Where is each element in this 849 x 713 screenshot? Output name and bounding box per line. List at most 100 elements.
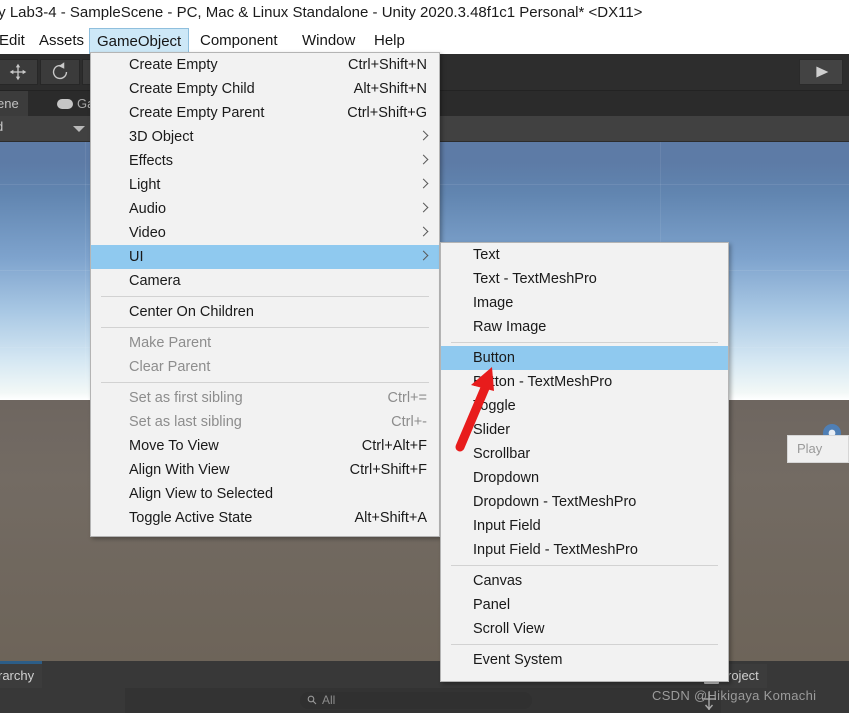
menu-item-label: Input Field xyxy=(473,518,541,534)
chevron-right-icon xyxy=(418,178,429,189)
bottom-tab-label: roject xyxy=(727,668,759,683)
menu-item-shortcut: Ctrl+Alt+F xyxy=(361,438,427,454)
ui-submenu[interactable]: Text Text - TextMeshPro Image Raw Image Butt… xyxy=(440,242,729,682)
menu-item-label: Audio xyxy=(129,201,167,217)
chevron-right-icon xyxy=(418,154,429,165)
ui-submenu-item-canvas[interactable]: Canvas xyxy=(441,569,728,593)
menu-item-shortcut: Alt+Shift+A xyxy=(354,510,427,526)
menu-item-label: Align View to Selected xyxy=(129,486,274,502)
gameobject-menu-item-toggle-active-state[interactable]: Toggle Active State Alt+Shift+A xyxy=(91,506,439,530)
ui-submenu-item-event-system[interactable]: Event System xyxy=(441,648,728,672)
menubar-item-component[interactable]: Component xyxy=(193,28,285,54)
menu-item-label: Light xyxy=(129,177,161,193)
ui-submenu-item-raw-image[interactable]: Raw Image xyxy=(441,315,728,339)
ui-submenu-item-text[interactable]: Text xyxy=(441,243,728,267)
menu-item-shortcut: Alt+Shift+N xyxy=(353,81,427,97)
ui-submenu-item-dropdown[interactable]: Dropdown xyxy=(441,466,728,490)
menu-item-label: Dropdown xyxy=(473,470,540,486)
menubar-item-edit[interactable]: Edit xyxy=(0,28,32,54)
menu-item-label: Raw Image xyxy=(473,319,547,335)
gameobject-menu-item-align-with-view[interactable]: Align With View Ctrl+Shift+F xyxy=(91,458,439,482)
gameobject-menu-item-move-to-view[interactable]: Move To View Ctrl+Alt+F xyxy=(91,434,439,458)
menu-item-label: Text xyxy=(473,247,500,263)
menu-item-label: Button - TextMeshPro xyxy=(473,374,613,390)
gameobject-menu-item-light[interactable]: Light xyxy=(91,173,439,197)
bottom-tab-rarchy[interactable]: rarchy xyxy=(0,661,43,688)
ui-submenu-item-input-field-textmeshpro[interactable]: Input Field - TextMeshPro xyxy=(441,538,728,562)
chevron-down-icon[interactable] xyxy=(73,126,85,132)
chevron-right-icon xyxy=(418,202,429,213)
menu-item-label: Camera xyxy=(129,273,181,289)
ui-submenu-item-text-textmeshpro[interactable]: Text - TextMeshPro xyxy=(441,267,728,291)
menu-separator xyxy=(101,296,429,297)
rotate-tool-button[interactable] xyxy=(40,59,80,85)
search-input[interactable]: All xyxy=(300,692,532,709)
game-controller-icon xyxy=(57,98,73,109)
menu-item-label: Dropdown - TextMeshPro xyxy=(473,494,637,510)
menu-item-shortcut: Ctrl+= xyxy=(387,390,428,406)
gameobject-menu-item-audio[interactable]: Audio xyxy=(91,197,439,221)
menu-item-label: Create Empty Parent xyxy=(129,105,265,121)
menu-item-shortcut: Ctrl+Shift+G xyxy=(347,105,427,121)
search-icon xyxy=(307,695,317,705)
csdn-watermark: CSDN @Hikigaya Komachi xyxy=(652,688,817,703)
gameobject-menu-item-create-empty-parent[interactable]: Create Empty Parent Ctrl+Shift+G xyxy=(91,101,439,125)
window-title: ty Lab3-4 - SampleScene - PC, Mac & Linu… xyxy=(0,4,643,21)
ui-submenu-item-image[interactable]: Image xyxy=(441,291,728,315)
menu-item-label: Make Parent xyxy=(129,335,212,351)
menu-item-label: Clear Parent xyxy=(129,359,211,375)
menu-item-label: UI xyxy=(129,249,144,265)
gameobject-menu-item-video[interactable]: Video xyxy=(91,221,439,245)
ui-submenu-item-toggle[interactable]: Toggle xyxy=(441,394,728,418)
gameobject-menu-item-create-empty[interactable]: Create Empty Ctrl+Shift+N xyxy=(91,53,439,77)
play-button[interactable] xyxy=(799,59,843,85)
menubar-item-help[interactable]: Help xyxy=(367,28,412,54)
ui-submenu-item-button-textmeshpro[interactable]: Button - TextMeshPro xyxy=(441,370,728,394)
menu-item-shortcut: Ctrl+Shift+F xyxy=(349,462,427,478)
menubar-item-gameobject[interactable]: GameObject xyxy=(89,28,190,55)
ui-submenu-item-scroll-view[interactable]: Scroll View xyxy=(441,617,728,641)
chevron-right-icon xyxy=(418,130,429,141)
rotate-tool-icon xyxy=(52,62,68,80)
ui-submenu-item-panel[interactable]: Panel xyxy=(441,593,728,617)
menu-item-shortcut: Ctrl+- xyxy=(391,414,427,430)
menu-item-label: Effects xyxy=(129,153,174,169)
ui-play-button-label: Play xyxy=(797,441,823,456)
ui-submenu-item-dropdown-textmeshpro[interactable]: Dropdown - TextMeshPro xyxy=(441,490,728,514)
gameobject-menu-item-center-on-children[interactable]: Center On Children xyxy=(91,300,439,324)
gameobject-menu-item-camera[interactable]: Camera xyxy=(91,269,439,293)
gameobject-menu-item-create-empty-child[interactable]: Create Empty Child Alt+Shift+N xyxy=(91,77,439,101)
menu-item-label: Set as first sibling xyxy=(129,390,243,406)
menu-item-label: Move To View xyxy=(129,438,219,454)
watermark-logo-icon xyxy=(702,692,716,711)
menu-item-label: Image xyxy=(473,295,514,311)
search-placeholder: All xyxy=(322,693,336,707)
gameobject-menu[interactable]: Create Empty Ctrl+Shift+N Create Empty Chi… xyxy=(90,52,440,537)
gameobject-menu-item-set-as-first-sibling: Set as first sibling Ctrl+= xyxy=(91,386,439,410)
menubar-item-window[interactable]: Window xyxy=(295,28,362,54)
menu-item-label: Toggle xyxy=(473,398,516,414)
ui-submenu-item-button[interactable]: Button xyxy=(441,346,728,370)
menu-item-label: Align With View xyxy=(129,462,230,478)
move-tool-button[interactable] xyxy=(0,59,38,85)
menu-item-label: Input Field - TextMeshPro xyxy=(473,542,638,558)
menu-item-shortcut: Ctrl+Shift+N xyxy=(348,57,427,73)
gameobject-menu-item-3d-object[interactable]: 3D Object xyxy=(91,125,439,149)
menu-bar: Edit Assets GameObject Component Window Help xyxy=(0,28,849,55)
view-tab-ene[interactable]: ene xyxy=(0,91,28,116)
menu-item-label: Scrollbar xyxy=(473,446,531,462)
gameobject-menu-item-ui[interactable]: UI xyxy=(91,245,439,269)
scene-shading-mode-label[interactable]: d xyxy=(0,119,3,134)
menubar-item-assets[interactable]: Assets xyxy=(32,28,91,54)
menu-separator xyxy=(451,644,718,645)
ui-submenu-item-input-field[interactable]: Input Field xyxy=(441,514,728,538)
ui-submenu-item-slider[interactable]: Slider xyxy=(441,418,728,442)
gameobject-menu-item-align-view-to-selected[interactable]: Align View to Selected xyxy=(91,482,439,506)
ui-submenu-item-scrollbar[interactable]: Scrollbar xyxy=(441,442,728,466)
ui-play-button-preview[interactable]: Play xyxy=(787,435,849,463)
menu-item-label: Center On Children xyxy=(129,304,254,320)
gameobject-menu-item-effects[interactable]: Effects xyxy=(91,149,439,173)
gameobject-menu-item-set-as-last-sibling: Set as last sibling Ctrl+- xyxy=(91,410,439,434)
bottom-tab-label: rarchy xyxy=(0,668,35,683)
view-tab-label: ene xyxy=(0,96,19,111)
